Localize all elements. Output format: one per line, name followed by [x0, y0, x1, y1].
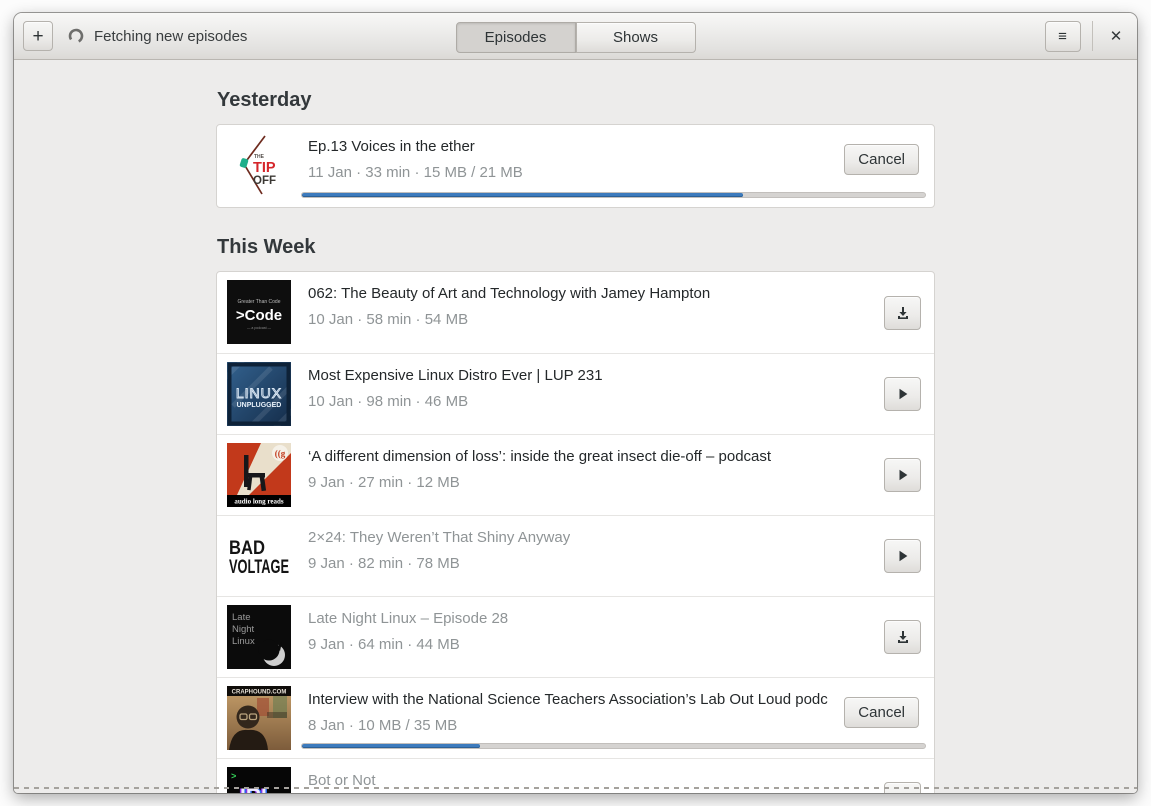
- svg-text:Linux: Linux: [232, 636, 255, 647]
- svg-text:LINUX: LINUX: [236, 385, 282, 401]
- episode-row[interactable]: THE TIP OFF Ep.13 Voices in the ether 11…: [217, 125, 934, 207]
- play-icon: [899, 388, 907, 400]
- header-separator: [1092, 21, 1093, 51]
- download-progressbar: [301, 192, 926, 198]
- cover-art-the-tip-off: THE TIP OFF: [227, 133, 291, 197]
- view-switcher: Episodes Shows: [455, 22, 696, 53]
- download-progress-fill: [302, 744, 481, 748]
- close-window-button[interactable]: ✕: [1104, 24, 1128, 48]
- cover-banner-text: CRAPHOUND.COM: [232, 690, 287, 696]
- svg-text:Greater Than Code: Greater Than Code: [238, 299, 281, 305]
- episode-row[interactable]: BAD VOLTAGE 2×24: They Weren’t That Shin…: [217, 515, 934, 596]
- episode-meta: 9 Jan · 64 min · 44 MB: [308, 636, 460, 653]
- section-heading-this-week: This Week: [217, 236, 316, 258]
- download-progressbar: [301, 743, 926, 749]
- cover-banner-text: audio long reads: [234, 498, 284, 506]
- plus-icon: +: [32, 25, 44, 47]
- episode-title: Late Night Linux – Episode 28: [308, 610, 509, 627]
- svg-text:BAD: BAD: [229, 538, 265, 559]
- download-icon: [895, 791, 911, 793]
- cover-art-linux-unplugged: LINUX UNPLUGGED: [227, 362, 291, 426]
- episode-info: 2×24: They Weren’t That Shiny Anyway 9 J…: [308, 524, 570, 572]
- episode-row[interactable]: ((g audio long reads ‘A different dimens…: [217, 434, 934, 515]
- episode-title: 2×24: They Weren’t That Shiny Anyway: [308, 529, 571, 546]
- cover-art-irl: > IRL IRL IRL xp: [227, 767, 291, 793]
- episode-meta: 10 Jan · 58 min · 54 MB: [308, 311, 469, 328]
- episode-meta: 8 Jan · 10 MB / 35 MB: [308, 717, 458, 734]
- cover-art-greater-than-code: Greater Than Code >Code — a podcast —: [227, 280, 291, 344]
- episode-title: 062: The Beauty of Art and Technology wi…: [308, 285, 711, 302]
- play-icon: [899, 550, 907, 562]
- svg-text:>Code: >Code: [236, 307, 282, 324]
- svg-text:OFF: OFF: [253, 175, 276, 187]
- episode-title: Ep.13 Voices in the ether: [308, 138, 475, 155]
- close-icon: ✕: [1109, 28, 1123, 45]
- play-episode-button[interactable]: [884, 458, 921, 492]
- episode-row[interactable]: CRAPHOUND.COM Interview with the Nationa…: [217, 677, 934, 758]
- episode-title: Interview with the National Science Teac…: [308, 691, 828, 708]
- episode-title: Most Expensive Linux Distro Ever | LUP 2…: [308, 367, 603, 384]
- play-icon: [899, 469, 907, 481]
- cover-art-late-night-linux: Late Night Linux: [227, 605, 291, 669]
- scroll-undershoot-indicator: [14, 787, 1137, 789]
- hamburger-icon: ≡: [1058, 27, 1068, 45]
- play-episode-button[interactable]: [884, 539, 921, 573]
- episode-info: 062: The Beauty of Art and Technology wi…: [308, 280, 710, 328]
- episode-row[interactable]: LINUX UNPLUGGED Most Expensive Linux Dis…: [217, 353, 934, 434]
- svg-text:TIP: TIP: [253, 160, 276, 176]
- download-episode-button[interactable]: [884, 620, 921, 654]
- yesterday-card: THE TIP OFF Ep.13 Voices in the ether 11…: [216, 124, 935, 208]
- tab-shows[interactable]: Shows: [575, 22, 696, 53]
- cover-art-craphound: CRAPHOUND.COM: [227, 686, 291, 750]
- cancel-download-button[interactable]: Cancel: [844, 697, 919, 728]
- svg-text:((g: ((g: [275, 449, 286, 459]
- episode-row[interactable]: Late Night Linux Late Night Linux – Epis…: [217, 596, 934, 677]
- cover-art-audio-long-reads: ((g audio long reads: [227, 443, 291, 507]
- cancel-download-button[interactable]: Cancel: [844, 144, 919, 175]
- episode-meta: 11 Jan · 33 min · 15 MB / 21 MB: [308, 164, 523, 181]
- episode-info: ‘A different dimension of loss’: inside …: [308, 443, 771, 491]
- episode-row[interactable]: Greater Than Code >Code — a podcast — 06…: [217, 272, 934, 353]
- header-right-group: ≡ ✕: [1045, 20, 1128, 52]
- download-icon: [897, 306, 908, 319]
- episode-info: Interview with the National Science Teac…: [308, 686, 828, 734]
- this-week-card: Greater Than Code >Code — a podcast — 06…: [216, 271, 935, 793]
- app-window: + Fetching new episodes Episodes Shows ≡…: [14, 13, 1137, 793]
- episode-meta: 9 Jan · 27 min · 12 MB: [308, 474, 460, 491]
- episode-info: Late Night Linux – Episode 28 9 Jan · 64…: [308, 605, 508, 653]
- episode-meta: 10 Jan · 98 min · 46 MB: [308, 393, 469, 410]
- svg-text:— a podcast —: — a podcast —: [247, 326, 272, 330]
- episode-info: Ep.13 Voices in the ether 11 Jan · 33 mi…: [308, 133, 523, 181]
- status-text: Fetching new episodes: [94, 27, 248, 45]
- episode-info: Most Expensive Linux Distro Ever | LUP 2…: [308, 362, 603, 410]
- download-icon: [897, 631, 908, 643]
- episodes-scroll-area[interactable]: Yesterday THE TIP OFF Ep.13 Voices in th…: [14, 61, 1137, 793]
- download-episode-button[interactable]: [884, 295, 921, 330]
- svg-text:Night: Night: [232, 624, 255, 635]
- header-bar: + Fetching new episodes Episodes Shows ≡…: [14, 13, 1137, 60]
- episode-title: ‘A different dimension of loss’: inside …: [308, 448, 772, 465]
- loading-spinner-icon: [68, 28, 84, 44]
- play-episode-button[interactable]: [884, 377, 921, 411]
- svg-text:UNPLUGGED: UNPLUGGED: [237, 402, 282, 409]
- svg-text:VOLTAGE: VOLTAGE: [229, 557, 289, 578]
- download-progress-fill: [302, 193, 744, 197]
- section-heading-yesterday: Yesterday: [217, 89, 312, 111]
- svg-text:>: >: [231, 772, 236, 782]
- episode-meta: 9 Jan · 82 min · 78 MB: [308, 555, 460, 572]
- tab-episodes[interactable]: Episodes: [455, 22, 576, 53]
- menu-button[interactable]: ≡: [1045, 20, 1081, 52]
- add-podcast-button[interactable]: +: [23, 21, 53, 51]
- svg-text:Late: Late: [232, 612, 251, 623]
- cover-art-bad-voltage: BAD VOLTAGE: [227, 524, 291, 588]
